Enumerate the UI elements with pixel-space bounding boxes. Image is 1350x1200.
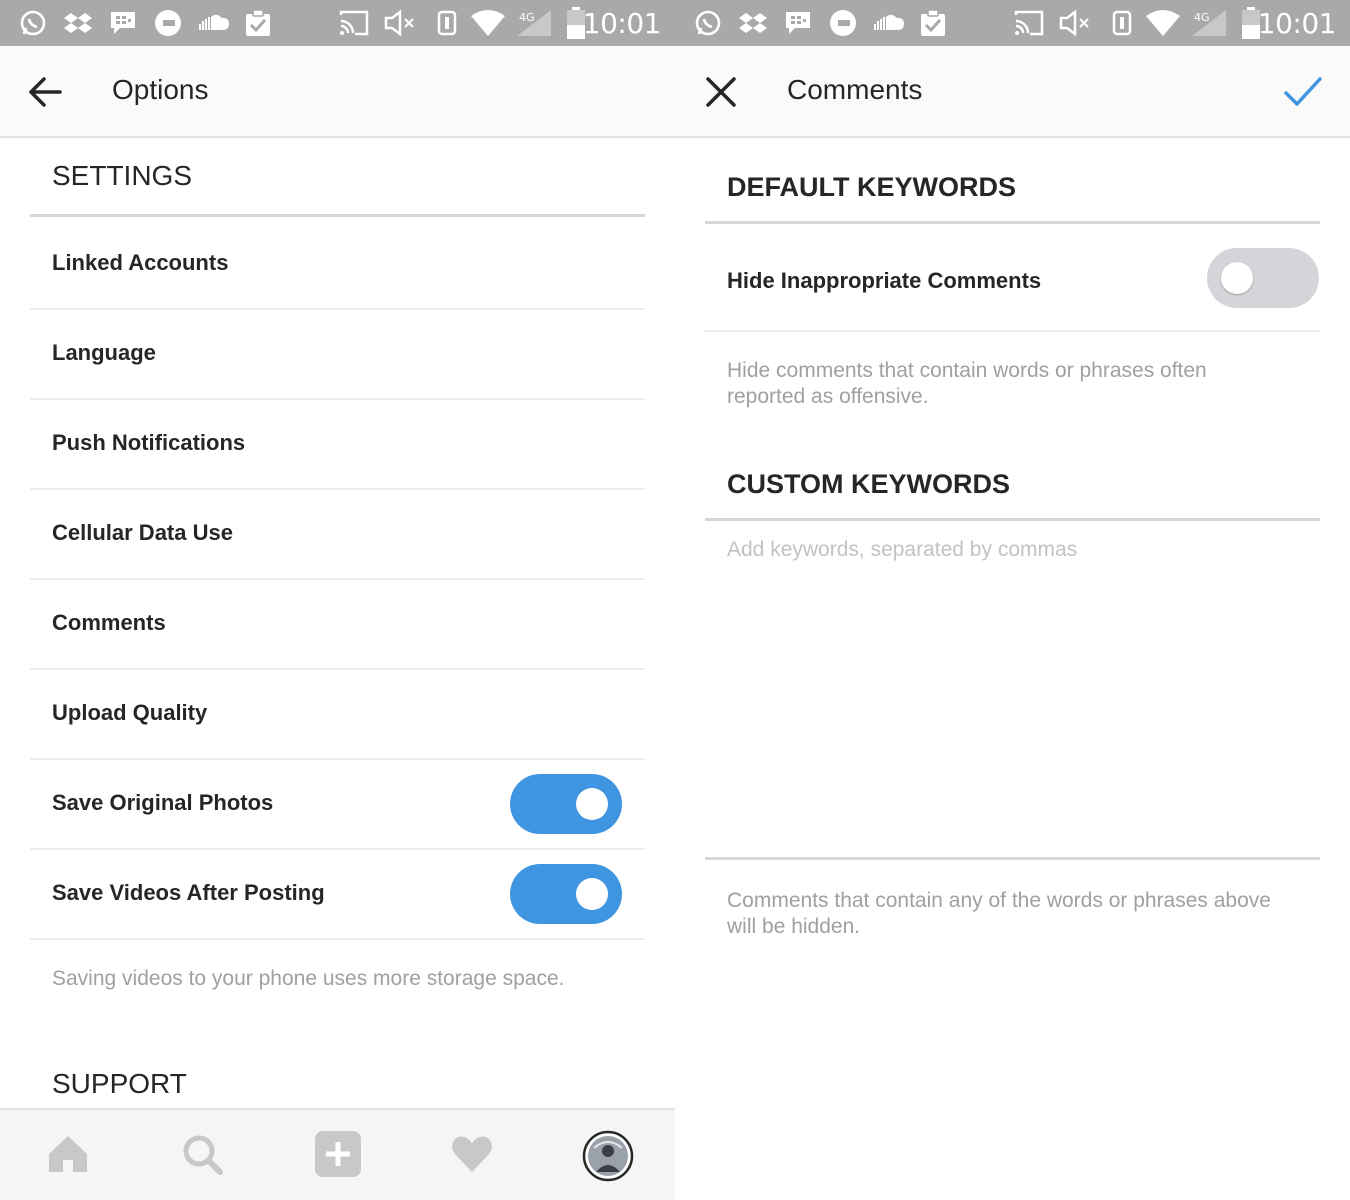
toggle-knob <box>1221 262 1253 294</box>
input-underline <box>705 857 1320 860</box>
row-divider <box>30 938 645 940</box>
toggle-knob <box>576 788 608 820</box>
settings-item-linked-accounts[interactable]: Linked Accounts <box>30 218 645 308</box>
back-arrow-icon[interactable] <box>26 72 66 112</box>
settings-item-save-original-photos: Save Original Photos <box>30 758 645 848</box>
dropbox-icon <box>739 13 767 33</box>
network-type-label: 4G <box>519 11 535 24</box>
section-divider <box>30 214 645 217</box>
custom-keywords-input[interactable] <box>727 538 1307 848</box>
save-original-photos-toggle[interactable] <box>510 774 622 834</box>
bbm-icon <box>111 12 135 34</box>
search-icon[interactable] <box>180 1132 224 1176</box>
settings-item-label: Language <box>52 340 156 365</box>
status-bar: 4G 10:01 <box>0 0 675 46</box>
hide-inappropriate-comments-toggle[interactable] <box>1207 248 1319 308</box>
settings-item-label: Save Videos After Posting <box>52 880 325 905</box>
settings-item-label: Comments <box>52 610 166 635</box>
hide-comments-help-text: Hide comments that contain words or phra… <box>727 359 1207 408</box>
wifi-icon <box>471 10 505 36</box>
support-section-heading: SUPPORT <box>52 1068 187 1099</box>
vibrate-icon <box>437 10 457 36</box>
whatsapp-icon <box>695 10 721 36</box>
custom-keywords-help-text: Comments that contain any of the words o… <box>727 889 1271 938</box>
profile-avatar[interactable] <box>582 1130 634 1182</box>
settings-item-label: Upload Quality <box>52 700 208 725</box>
network-type-label: 4G <box>1194 11 1210 24</box>
cast-icon <box>1014 10 1044 36</box>
cell-signal-icon: 4G <box>517 10 551 36</box>
settings-item-comments[interactable]: Comments <box>30 578 645 668</box>
close-icon[interactable] <box>701 72 741 112</box>
soundcloud-icon <box>199 14 229 30</box>
hide-inappropriate-comments-label: Hide Inappropriate Comments <box>727 268 1042 293</box>
settings-item-label: Linked Accounts <box>52 250 229 275</box>
clipboard-check-icon <box>921 9 945 36</box>
settings-item-label: Save Original Photos <box>52 790 274 815</box>
page-title: Comments <box>787 74 923 105</box>
settings-item-cellular-data-use[interactable]: Cellular Data Use <box>30 488 645 578</box>
status-bar: 4G 10:01 <box>675 0 1350 46</box>
custom-keywords-heading: CUSTOM KEYWORDS <box>727 469 1011 499</box>
settings-item-save-videos-after-posting: Save Videos After Posting <box>30 848 645 938</box>
section-divider <box>705 221 1320 224</box>
clock: 10:01 <box>1257 7 1337 40</box>
toggle-knob <box>576 878 608 910</box>
uber-icon <box>155 10 181 36</box>
wifi-icon <box>1146 10 1180 36</box>
settings-section-heading: SETTINGS <box>52 160 193 191</box>
heart-icon[interactable] <box>450 1132 494 1176</box>
add-post-icon[interactable] <box>314 1130 362 1178</box>
soundcloud-icon <box>874 14 904 30</box>
comments-header: Comments <box>675 46 1350 138</box>
whatsapp-icon <box>20 10 46 36</box>
home-icon[interactable] <box>46 1132 90 1176</box>
settings-item-label: Cellular Data Use <box>52 520 233 545</box>
vibrate-icon <box>1112 10 1132 36</box>
cell-signal-icon: 4G <box>1192 10 1226 36</box>
settings-item-upload-quality[interactable]: Upload Quality <box>30 668 645 758</box>
settings-item-push-notifications[interactable]: Push Notifications <box>30 398 645 488</box>
settings-item-label: Push Notifications <box>52 430 246 455</box>
page-title: Options <box>112 74 209 105</box>
volume-mute-icon <box>1059 9 1089 37</box>
save-videos-help-text: Saving videos to your phone uses more st… <box>52 967 565 990</box>
options-header: Options <box>0 46 675 138</box>
dropbox-icon <box>64 13 92 33</box>
hide-inappropriate-comments-row: Hide Inappropriate Comments <box>705 234 1320 324</box>
uber-icon <box>830 10 856 36</box>
default-keywords-heading: DEFAULT KEYWORDS <box>727 172 1016 202</box>
comments-screen: 4G 10:01 Comments DEFAULT KEYWORDS Hide … <box>675 0 1350 1200</box>
bbm-icon <box>786 12 810 34</box>
bottom-nav-bar <box>0 1108 675 1200</box>
row-divider <box>705 330 1320 332</box>
clipboard-check-icon <box>246 9 270 36</box>
save-videos-toggle[interactable] <box>510 864 622 924</box>
volume-mute-icon <box>384 9 414 37</box>
checkmark-icon[interactable] <box>1283 72 1323 112</box>
cast-icon <box>339 10 369 36</box>
clock: 10:01 <box>582 7 662 40</box>
settings-item-language[interactable]: Language <box>30 308 645 398</box>
section-divider <box>705 518 1320 521</box>
options-screen: 4G 10:01 Options SETTINGS Linked Account… <box>0 0 675 1200</box>
